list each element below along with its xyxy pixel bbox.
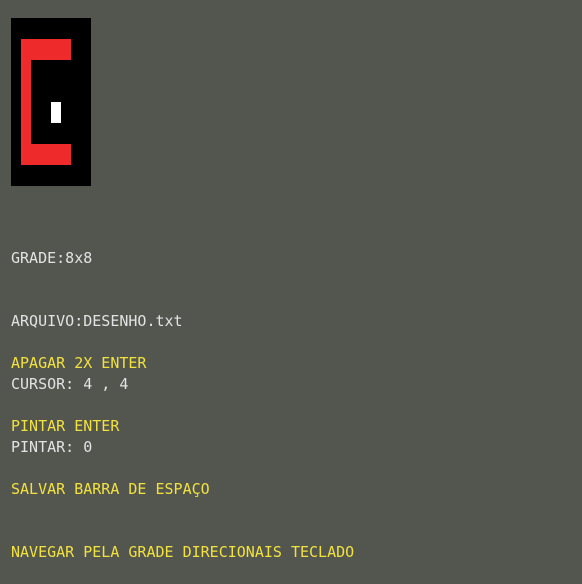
help-erase: APAGAR 2X ENTER	[11, 354, 147, 372]
painted-cell-bottom	[21, 144, 71, 165]
grid-size-label: GRADE:8x8	[11, 249, 93, 267]
help-navigate: NAVEGAR PELA GRADE DIRECIONAIS TECLADO	[11, 543, 355, 561]
painted-cell-left	[21, 60, 31, 144]
grid-cursor	[51, 102, 61, 123]
help-panel: APAGAR 2X ENTER PINTAR ENTER SALVAR BARR…	[11, 311, 354, 584]
drawing-canvas[interactable]	[11, 18, 91, 186]
help-paint: PINTAR ENTER	[11, 417, 120, 435]
painted-cell-top	[21, 39, 71, 60]
help-save: SALVAR BARRA DE ESPAÇO	[11, 480, 210, 498]
